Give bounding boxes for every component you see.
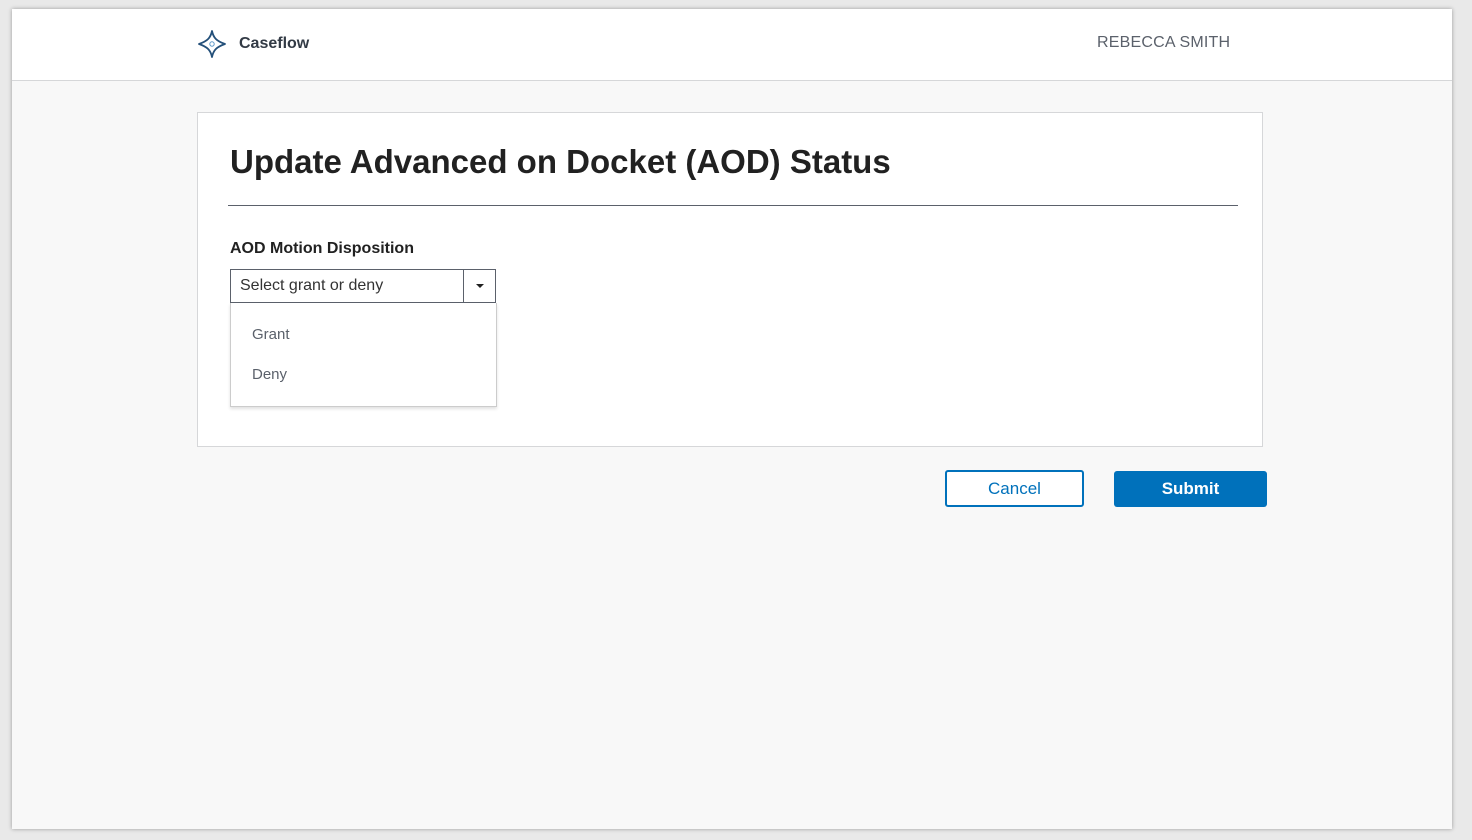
chevron-down-icon: [475, 284, 484, 288]
caseflow-star-icon: [197, 29, 227, 59]
app-name: Caseflow: [239, 35, 310, 52]
option-deny[interactable]: Deny: [231, 355, 496, 395]
caseflow-logo[interactable]: Caseflow: [197, 29, 309, 59]
aod-disposition-label: AOD Motion Disposition: [230, 240, 414, 257]
aod-status-form-card: Update Advanced on Docket (AOD) Status A…: [197, 112, 1263, 447]
select-placeholder: Select grant or deny: [240, 277, 384, 294]
user-menu[interactable]: REBECCA SMITH: [1097, 34, 1230, 52]
submit-button[interactable]: Submit: [1114, 471, 1267, 507]
page-title: Update Advanced on Docket (AOD) Status: [230, 143, 891, 180]
title-divider: [228, 205, 1238, 206]
aod-disposition-select[interactable]: Select grant or deny: [230, 269, 496, 303]
option-grant[interactable]: Grant: [231, 315, 496, 355]
top-navigation-bar: Caseflow REBECCA SMITH: [12, 9, 1452, 81]
dropdown-toggle[interactable]: [463, 270, 495, 302]
app-window: Caseflow REBECCA SMITH Update Advanced o…: [12, 9, 1452, 829]
disposition-options-menu: Grant Deny: [230, 303, 497, 407]
cancel-button[interactable]: Cancel: [945, 470, 1084, 507]
